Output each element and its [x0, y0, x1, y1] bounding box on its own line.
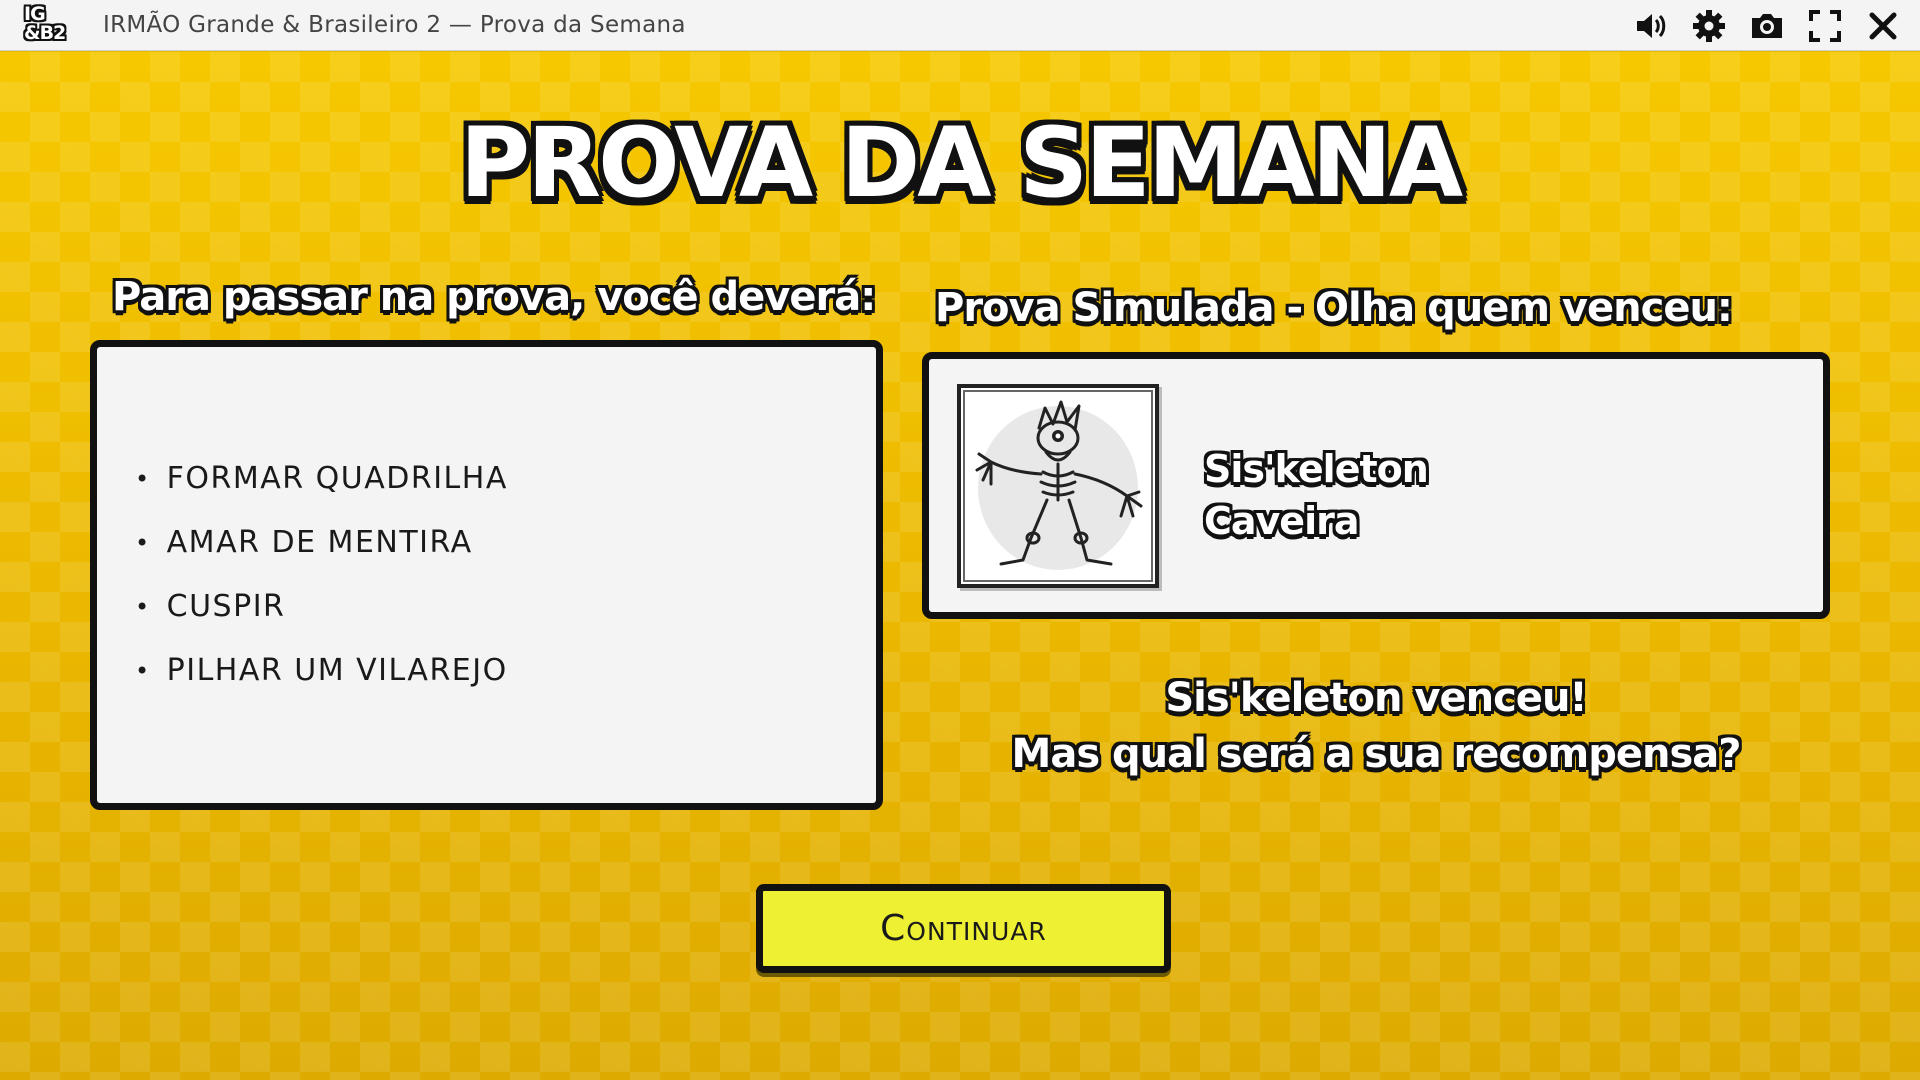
task-item: • FORMAR QUADRILHA: [135, 447, 508, 511]
task-label: FORMAR QUADRILHA: [166, 461, 508, 496]
task-label: PILHAR UM VILAREJO: [166, 653, 508, 688]
winner-portrait: [957, 384, 1159, 588]
close-icon[interactable]: [1864, 6, 1902, 46]
winner-panel: Sis'keleton Caveira: [922, 352, 1830, 619]
task-label: CUSPIR: [166, 589, 286, 624]
speaker-icon[interactable]: [1632, 6, 1670, 46]
task-label: AMAR DE MENTIRA: [166, 525, 473, 560]
game-screen: PROVA DA SEMANA Para passar na prova, vo…: [0, 52, 1920, 1080]
skeleton-figure-icon: [961, 388, 1155, 584]
bullet: •: [135, 465, 151, 493]
simulation-heading: Prova Simulada - Olha quem venceu:: [935, 285, 1733, 331]
bullet: •: [135, 529, 151, 557]
page-title: PROVA DA SEMANA: [459, 107, 1463, 219]
reward-question: Mas qual será a sua recompensa?: [1011, 731, 1742, 777]
continue-button-label: Continuar: [880, 908, 1047, 949]
task-list: • FORMAR QUADRILHA • AMAR DE MENTIRA • CUSP…: [135, 447, 508, 703]
bullet: •: [135, 593, 151, 621]
title-bar: IG &B2 IRMÃO Grande & Brasileiro 2 — Pro…: [0, 0, 1920, 51]
task-item: • AMAR DE MENTIRA: [135, 511, 508, 575]
task-item: • PILHAR UM VILAREJO: [135, 639, 508, 703]
tasks-panel: • FORMAR QUADRILHA • AMAR DE MENTIRA • CUSP…: [90, 340, 883, 810]
winner-class: Caveira: [1204, 499, 1359, 543]
continue-button[interactable]: Continuar: [756, 884, 1171, 973]
app-logo-line2: &B2: [24, 22, 66, 44]
winner-name: Sis'keleton: [1204, 447, 1429, 491]
result-message: Sis'keleton venceu!: [1165, 675, 1587, 721]
bullet: •: [135, 657, 151, 685]
fullscreen-icon[interactable]: [1806, 6, 1844, 46]
camera-icon[interactable]: [1748, 6, 1786, 46]
tasks-heading: Para passar na prova, você deverá:: [112, 274, 876, 320]
task-item: • CUSPIR: [135, 575, 508, 639]
title-bar-controls: [1632, 6, 1902, 46]
window-title: IRMÃO Grande & Brasileiro 2 — Prova da S…: [103, 12, 686, 38]
app-logo: IG &B2: [24, 5, 78, 47]
gear-icon[interactable]: [1690, 6, 1728, 46]
